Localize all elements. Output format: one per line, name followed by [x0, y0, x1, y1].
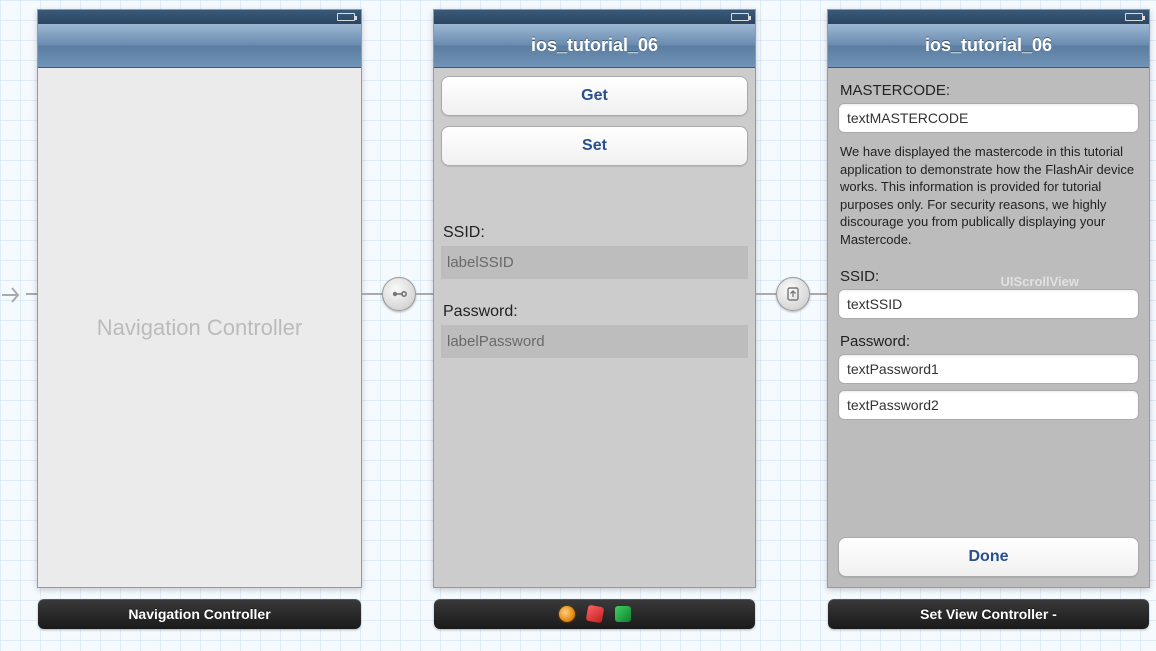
segue-root-relationship[interactable] [382, 277, 416, 311]
get-button-label: Get [581, 87, 608, 104]
segue-line [756, 293, 776, 295]
storyboard-entry-arrow [0, 282, 26, 308]
status-bar [828, 10, 1149, 24]
mastercode-label: MASTERCODE: [838, 76, 1139, 103]
scene-dock[interactable]: Set View Controller - [828, 599, 1149, 629]
ssid-label: SSID: [441, 218, 748, 246]
nav-title: ios_tutorial_06 [925, 35, 1052, 56]
password-label: Password: [838, 327, 1139, 354]
password2-input[interactable] [838, 390, 1139, 420]
segue-push[interactable] [776, 277, 810, 311]
nav-bar: ios_tutorial_06 [434, 24, 755, 68]
ssid-label: SSID: [838, 262, 1139, 289]
nav-bar [38, 24, 361, 68]
mastercode-input[interactable] [838, 103, 1139, 133]
mastercode-info-text: We have displayed the mastercode in this… [838, 139, 1139, 252]
view-controller-icon[interactable] [585, 605, 604, 624]
scene-dock[interactable] [434, 599, 755, 629]
set-button-label: Set [582, 137, 607, 154]
scene-dock-label: Set View Controller - [920, 606, 1057, 622]
battery-icon [731, 13, 749, 21]
battery-icon [1125, 13, 1143, 21]
password-label: Password: [441, 297, 748, 325]
segue-line [26, 293, 37, 295]
nav-bar: ios_tutorial_06 [828, 24, 1149, 68]
first-responder-icon[interactable] [559, 606, 575, 622]
battery-icon [337, 13, 355, 21]
scene-dock[interactable]: Navigation Controller [38, 599, 361, 629]
nav-controller-placeholder: Navigation Controller [38, 68, 361, 587]
password-value-label: labelPassword [441, 325, 748, 358]
exit-icon[interactable] [615, 606, 631, 622]
relationship-icon [390, 285, 408, 303]
done-button[interactable]: Done [838, 537, 1139, 577]
scene-navigation-controller[interactable]: Navigation Controller Navigation Control… [37, 9, 362, 588]
status-bar [434, 10, 755, 24]
segue-line [362, 293, 382, 295]
password1-input[interactable] [838, 354, 1139, 384]
scene-set-view-controller[interactable]: ios_tutorial_06 MASTERCODE: We have disp… [827, 9, 1150, 588]
segue-line [416, 293, 433, 295]
status-bar [38, 10, 361, 24]
nav-title: ios_tutorial_06 [531, 35, 658, 56]
nav-controller-placeholder-text: Navigation Controller [97, 315, 302, 341]
scene-get-view-controller[interactable]: ios_tutorial_06 Get Set SSID: labelSSID … [433, 9, 756, 588]
scene-dock-label: Navigation Controller [128, 606, 270, 622]
done-button-label: Done [969, 548, 1009, 565]
segue-line [810, 293, 827, 295]
set-button[interactable]: Set [441, 126, 748, 166]
push-segue-icon [784, 285, 802, 303]
ssid-input[interactable] [838, 289, 1139, 319]
ssid-value-label: labelSSID [441, 246, 748, 279]
get-button[interactable]: Get [441, 76, 748, 116]
